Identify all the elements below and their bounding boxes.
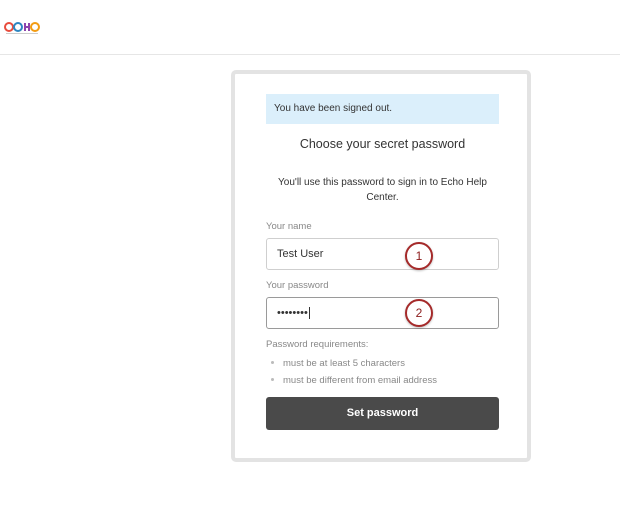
text-caret [308,307,310,320]
requirement-text: must be at least 5 characters [283,358,405,369]
set-password-button[interactable]: Set password [266,397,499,430]
echo-logo[interactable] [4,18,40,36]
page-subtitle: You'll use this password to sign in to E… [278,177,487,203]
name-label: Your name [266,221,312,232]
page-title: Choose your secret password [299,137,466,151]
password-field-value: •••••••• [277,307,308,319]
step-marker-1: 1 [405,242,433,270]
bullet-icon [271,360,274,364]
step-marker-2: 2 [405,299,433,327]
name-field-value: Test User [277,248,324,260]
requirement-text: must be different from email address [283,375,438,386]
name-field[interactable]: Test User [266,238,499,270]
password-label: Your password [266,280,329,291]
top-bar [0,0,620,55]
requirements-title: Password requirements: [266,339,369,350]
requirements-list: must be at least 5 characters must be di… [266,355,437,389]
list-item: must be at least 5 characters [266,355,437,372]
password-field[interactable]: •••••••• [266,297,499,329]
signed-out-notice: You have been signed out. [266,94,499,124]
bullet-icon [271,377,274,381]
list-item: must be different from email address [266,372,437,389]
